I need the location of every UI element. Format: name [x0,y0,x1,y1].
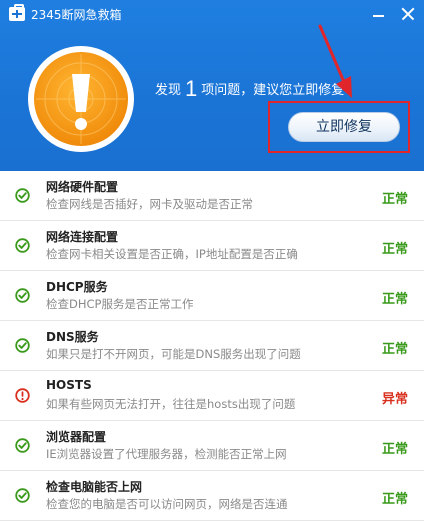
header-panel: 2345断网急救箱 发现 1 项问题，建议您立即修复 立即修复 [0,0,424,171]
summary-prefix: 发现 [155,83,182,98]
check-ok-icon [15,438,30,453]
check-status: 正常 [381,242,408,257]
close-icon[interactable] [397,4,419,24]
check-title: 检查电脑能否上网 [46,480,143,494]
check-title: 网络连接配置 [46,230,119,244]
check-status: 正常 [381,192,408,207]
check-title: HOSTS [46,378,92,392]
check-status: 正常 [381,492,408,507]
title-bar[interactable]: 2345断网急救箱 [0,0,424,30]
check-description: 检查您的电脑是否可以访问网页，网络是否连通 [46,497,288,511]
check-ok-icon [15,488,30,503]
check-row: DHCP服务 检查DHCP服务是否正常工作 正常 [0,271,424,321]
check-title: 网络硬件配置 [46,180,119,194]
check-ok-icon [15,188,30,203]
app-title: 2345断网急救箱 [31,8,122,22]
check-description: 检查网卡相关设置是否正确，IP地址配置是否正确 [46,247,298,261]
check-error-icon [15,388,30,403]
problem-count: 1 [185,76,198,101]
check-row: 浏览器配置 IE浏览器设置了代理服务器，检测能否正常上网 正常 [0,421,424,471]
check-status: 正常 [381,342,408,357]
check-title: DNS服务 [46,330,99,344]
fix-now-button[interactable]: 立即修复 [288,112,400,142]
check-status: 正常 [381,442,408,457]
check-row: 检查电脑能否上网 检查您的电脑是否可以访问网页，网络是否连通 正常 [0,471,424,521]
check-title: DHCP服务 [46,280,108,294]
check-status: 异常 [381,392,408,407]
check-ok-icon [15,338,30,353]
check-description: 检查网线是否插好，网卡及驱动是否正常 [46,197,253,211]
check-ok-icon [15,238,30,253]
check-description: 如果只是打不开网页，可能是DNS服务出现了问题 [46,347,301,361]
check-description: 如果有些网页无法打开，往往是hosts出现了问题 [46,397,296,411]
warning-exclamation-icon [28,46,134,152]
check-row: 网络连接配置 检查网卡相关设置是否正确，IP地址配置是否正确 正常 [0,221,424,271]
check-ok-icon [15,288,30,303]
check-description: 检查DHCP服务是否正常工作 [46,297,194,311]
check-title: 浏览器配置 [46,430,107,444]
first-aid-kit-icon [9,4,25,21]
annotation-arrow-icon [318,24,352,98]
check-row: DNS服务 如果只是打不开网页，可能是DNS服务出现了问题 正常 [0,321,424,371]
check-status: 正常 [381,292,408,307]
check-description: IE浏览器设置了代理服务器，检测能否正常上网 [46,447,287,461]
check-list: 网络硬件配置 检查网线是否插好，网卡及驱动是否正常 正常 网络连接配置 检查网卡… [0,171,424,521]
check-row: 网络硬件配置 检查网线是否插好，网卡及驱动是否正常 正常 [0,171,424,221]
check-row: HOSTS 如果有些网页无法打开，往往是hosts出现了问题 异常 [0,371,424,421]
minimize-icon[interactable] [368,4,390,24]
